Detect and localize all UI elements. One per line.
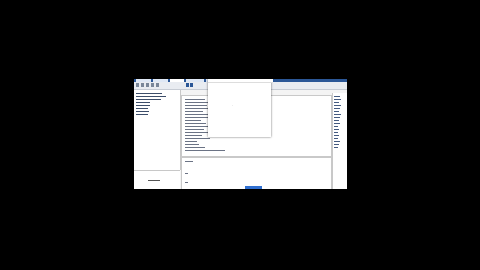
project-tree <box>134 90 181 170</box>
code-line <box>185 135 202 136</box>
info-panel <box>134 170 180 189</box>
property-item[interactable] <box>334 99 341 100</box>
property-item[interactable] <box>334 144 339 145</box>
property-item[interactable] <box>334 123 340 124</box>
code-line <box>185 147 205 148</box>
save-icon[interactable] <box>141 83 144 87</box>
code-line <box>185 132 208 133</box>
property-item[interactable] <box>334 117 340 118</box>
console-line <box>185 173 188 174</box>
tree-item[interactable] <box>136 114 148 115</box>
code-line <box>185 129 204 130</box>
code-line <box>185 144 199 145</box>
property-item[interactable] <box>334 141 340 142</box>
property-item[interactable] <box>334 96 340 97</box>
console-panel[interactable] <box>181 157 332 189</box>
property-item[interactable] <box>334 132 338 133</box>
debug-button[interactable] <box>190 83 193 87</box>
code-line <box>185 120 201 121</box>
dialog-marker: · <box>232 103 233 107</box>
code-line <box>185 99 205 100</box>
dialog-title <box>208 79 273 83</box>
popup-dialog[interactable] <box>208 79 273 137</box>
tree-item[interactable] <box>136 102 150 103</box>
console-line <box>185 182 188 183</box>
tree-item[interactable] <box>136 99 161 100</box>
code-line <box>185 105 207 106</box>
tree-item[interactable] <box>136 96 166 97</box>
stop-icon[interactable] <box>156 83 159 87</box>
property-item[interactable] <box>334 147 338 148</box>
property-item[interactable] <box>334 138 338 139</box>
code-line <box>185 141 197 142</box>
bug-icon[interactable] <box>151 83 154 87</box>
run-button[interactable] <box>186 83 189 87</box>
code-line <box>185 150 225 151</box>
tree-item[interactable] <box>136 93 162 94</box>
tree-item[interactable] <box>136 105 150 106</box>
property-item[interactable] <box>334 108 340 109</box>
code-line <box>185 138 210 139</box>
code-line <box>185 111 203 112</box>
property-item[interactable] <box>334 114 341 115</box>
info-text <box>148 180 160 181</box>
code-line <box>185 123 206 124</box>
primary-button[interactable] <box>245 186 262 189</box>
property-item[interactable] <box>334 135 339 136</box>
property-item[interactable] <box>334 126 338 127</box>
tree-item[interactable] <box>136 108 148 109</box>
folder-icon[interactable] <box>136 83 139 87</box>
property-item[interactable] <box>334 129 339 130</box>
play-icon[interactable] <box>146 83 149 87</box>
property-item[interactable] <box>334 111 339 112</box>
property-item[interactable] <box>334 105 341 106</box>
property-item[interactable] <box>334 102 339 103</box>
code-line <box>185 117 209 118</box>
properties-panel <box>332 93 347 189</box>
property-item[interactable] <box>334 120 339 121</box>
tree-item[interactable] <box>136 111 149 112</box>
console-line <box>185 161 193 162</box>
